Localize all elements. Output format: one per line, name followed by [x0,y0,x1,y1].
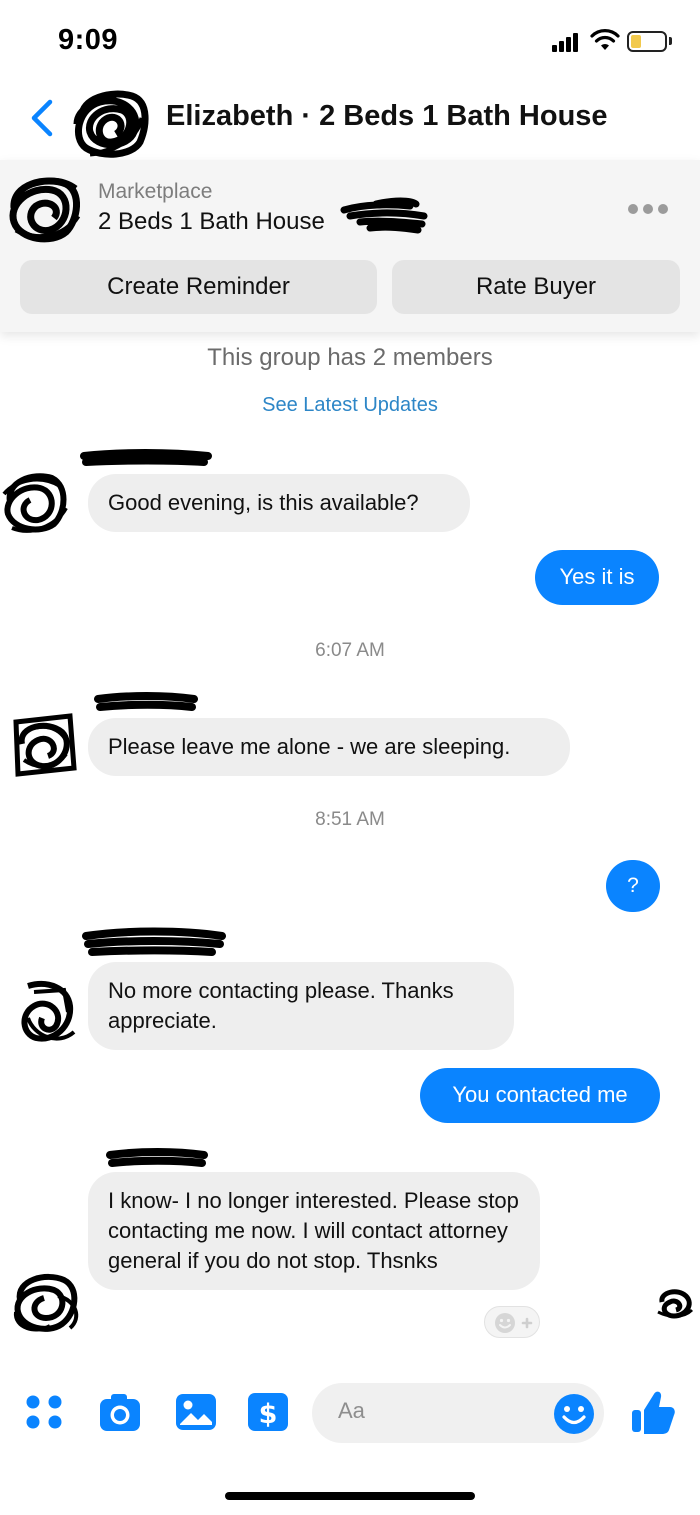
group-members-note: This group has 2 members [207,344,493,371]
message-bubble-outgoing: Yes it is [535,550,659,605]
marketplace-label: Marketplace [98,180,213,203]
read-receipt-avatar [657,1289,694,1319]
wifi-icon [590,29,620,50]
sender-name-redacted [106,1148,208,1167]
sender-avatar[interactable] [0,466,72,536]
redaction-scribble [340,197,428,234]
message-bubble-outgoing: You contacted me [420,1068,660,1123]
sender-name-redacted [80,449,212,466]
contact-avatar[interactable] [72,88,150,158]
timestamp: 6:07 AM [315,640,385,661]
listing-avatar[interactable] [6,172,82,244]
thumbs-up-icon[interactable] [630,1388,676,1436]
camera-icon[interactable] [98,1390,142,1434]
create-reminder-button[interactable]: Create Reminder [20,260,377,314]
more-icon[interactable] [628,202,670,216]
home-indicator [225,1492,475,1500]
conversation-title: Elizabeth · 2 Beds 1 Bath House [166,100,608,132]
add-reaction-icon[interactable] [484,1306,540,1338]
message-input-placeholder: Aa [338,1398,365,1423]
svg-text:$: $ [259,1399,278,1430]
status-time: 9:09 [58,24,119,56]
message-bubble-incoming: Please leave me alone - we are sleeping. [88,718,570,776]
gallery-icon[interactable] [174,1390,218,1434]
sender-avatar[interactable] [8,710,80,780]
battery-tip [669,37,672,45]
battery-icon [627,31,667,52]
signal-icon [552,32,580,52]
sender-avatar[interactable] [10,1266,82,1336]
payment-icon[interactable]: $ [246,1390,290,1434]
message-bubble-outgoing: ? [606,860,660,912]
emoji-icon[interactable] [552,1392,596,1436]
rate-buyer-button[interactable]: Rate Buyer [392,260,680,314]
sender-name-redacted [82,927,226,956]
sender-name-redacted [94,692,198,711]
timestamp: 8:51 AM [315,809,385,830]
message-bubble-incoming: Good evening, is this available? [88,474,470,532]
sender-avatar[interactable] [14,978,86,1048]
message-bubble-incoming: No more contacting please. Thanks apprec… [88,962,514,1050]
listing-title[interactable]: 2 Beds 1 Bath House [98,208,325,236]
back-chevron-icon[interactable] [26,98,58,138]
see-latest-updates-link[interactable]: See Latest Updates [0,394,700,417]
message-bubble-incoming: I know- I no longer interested. Please s… [88,1172,540,1290]
apps-grid-icon[interactable] [22,1390,66,1434]
